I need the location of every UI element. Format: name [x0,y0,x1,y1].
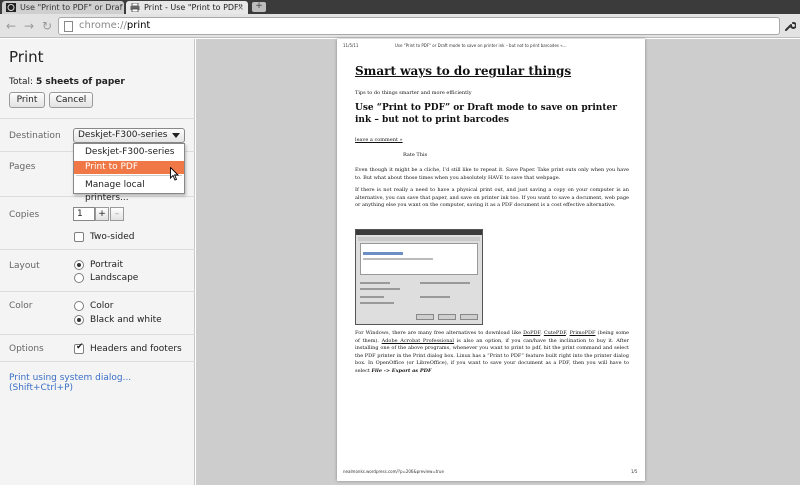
wrench-menu-icon[interactable] [784,20,797,32]
tab-strip: Use "Print to PDF" or Draf Print - Use "… [0,0,800,14]
copies-decrement-button[interactable]: – [110,207,124,221]
paragraph-2: If there is not really a need to have a … [355,187,629,208]
dropdown-option-deskjet[interactable]: Deskjet-F300-series [74,146,184,159]
back-icon[interactable]: ← [4,19,18,33]
tab-article-title: Use "Print to PDF" or Draf [20,3,123,12]
two-sided-checkbox[interactable] [74,232,84,242]
headers-footers-checkbox[interactable] [74,342,84,354]
dropdown-option-print-to-pdf[interactable]: Print to PDF [74,161,184,174]
para3-emphasis: File -> Export as PDF [371,367,432,374]
total-value: 5 sheets of paper [35,77,125,87]
divider [0,361,195,362]
system-dialog-link[interactable]: Print using system dialog... (Shift+Ctrl… [9,373,194,393]
print-button[interactable]: Print [9,92,45,108]
cancel-button[interactable]: Cancel [49,92,93,108]
post-title: Use “Print to PDF” or Draft mode to save… [355,103,617,125]
page-footer-url: nealmonks.wordpress.com/?p=206&preview=t… [343,469,444,474]
printer-favicon-icon [130,2,140,13]
tab-article[interactable]: Use "Print to PDF" or Draf [2,1,124,14]
portrait-radio[interactable] [74,260,84,270]
color-radio[interactable] [74,301,84,311]
page-header-title: Use "Print to PDF" or Draft mode to save… [395,43,567,48]
mouse-pointer-icon [170,166,180,181]
rate-this: Rate This [403,152,428,158]
landscape-label: Landscape [90,273,139,283]
preview-page: 11/5/11 Use "Print to PDF" or Draft mode… [337,39,645,481]
para3-start: For Windows, there are many free alterna… [355,330,524,336]
color-label: Color [9,301,33,311]
page-header-date: 11/5/11 [343,43,359,48]
paragraph-1: Even though it might be a cliche, I’d st… [355,167,629,181]
tab-print[interactable]: Print - Use "Print to PDF" × [126,1,248,14]
layout-label: Layout [9,261,40,271]
copies-label: Copies [9,210,40,220]
dropdown-divider [76,175,182,176]
print-preview-area: 11/5/11 Use "Print to PDF" or Draft mode… [196,39,800,485]
forward-icon[interactable]: → [22,19,36,33]
pages-label: Pages [9,162,36,172]
link-primopdf: PrimoPDF [569,330,596,336]
dropdown-option-manage-printers[interactable]: Manage local printers... [74,179,184,203]
link-acrobat: Adobe Acrobat Professional [381,337,455,344]
divider [0,118,195,119]
options-label: Options [9,344,44,354]
divider [0,334,195,335]
destination-selected-value: Deskjet-F300-series [78,130,168,140]
print-title: Print [9,48,44,66]
portrait-label: Portrait [90,260,124,270]
destination-select[interactable]: Deskjet-F300-series [73,128,185,143]
address-bar[interactable]: chrome://print [58,17,780,35]
black-and-white-radio[interactable] [74,315,84,325]
reload-icon[interactable]: ↻ [40,19,54,33]
browser-toolbar: ← → ↻ chrome://print [0,14,800,38]
destination-dropdown-list: Deskjet-F300-series Print to PDF Manage … [73,143,185,203]
url-host: print [126,20,151,31]
site-tagline: Tips to do things smarter and more effic… [355,90,472,96]
total-sheets: Total: 5 sheets of paper [9,77,125,87]
copies-input[interactable]: 1 [73,207,95,221]
destination-label: Destination [9,131,61,141]
link-dopdf: DoPDF [523,330,541,336]
page-icon [64,21,73,32]
divider [0,291,195,292]
two-sided-label: Two-sided [90,232,135,242]
paragraph-3: For Windows, there are many free alterna… [355,330,630,374]
total-label: Total: [9,77,34,87]
new-tab-button[interactable]: + [252,2,266,12]
dropdown-arrow-icon [172,133,180,138]
page-footer-number: 1/5 [631,469,638,474]
link-cutepdf: CutePDF [543,330,566,336]
divider [0,249,195,250]
wordpress-favicon-icon [6,3,16,12]
black-and-white-label: Black and white [90,315,162,325]
site-title: Smart ways to do regular things [355,64,572,78]
print-settings-sidebar: Print Total: 5 sheets of paper Print Can… [0,39,195,485]
landscape-radio[interactable] [74,273,84,283]
tab-print-title: Print - Use "Print to PDF" [144,3,243,12]
print-dialog-screenshot [355,229,483,325]
url-scheme: chrome:// [79,20,127,31]
color-option-label: Color [90,301,114,311]
close-tab-icon[interactable]: × [237,1,244,14]
headers-footers-label: Headers and footers [90,344,182,354]
copies-increment-button[interactable]: + [95,207,109,221]
leave-comment-link: leave a comment » [355,137,403,143]
